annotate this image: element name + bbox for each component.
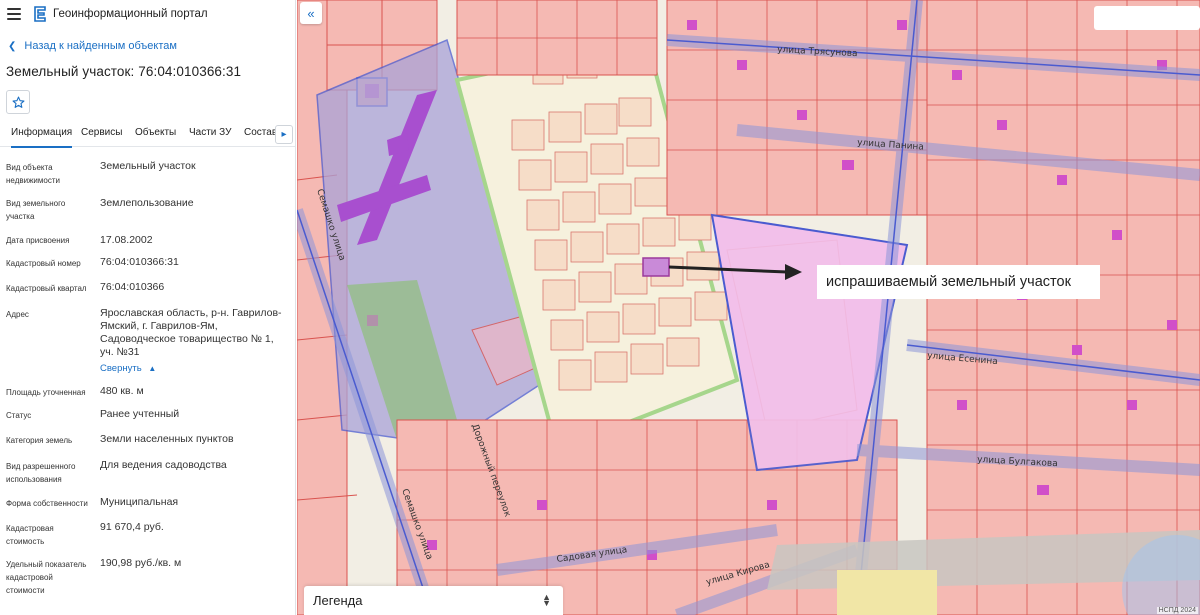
prop-value-land-category: Земли населенных пунктов [100,433,234,445]
double-chevron-left-icon: « [307,5,315,21]
prop-label-area: Площадь уточненная [6,388,86,397]
building-green-area [367,315,378,326]
favorite-button[interactable] [6,90,30,114]
prop-value-cadastral-number: 76:04:010366:31 [100,256,179,268]
chevron-right-icon: ▸ [281,129,287,140]
tab-objects[interactable]: Объекты [135,127,176,138]
prop-label-unit-value: Удельный показатель кадастровой стоимост… [6,560,87,595]
prop-label-land-category: Категория земель [6,436,73,445]
prop-label-cadastral-value: Кадастровая стоимость [6,524,54,546]
info-tabs: Информация Сервисы Объекты Части ЗУ Сост… [0,121,295,148]
tab-info[interactable]: Информация [11,127,73,148]
prop-value-unit-value: 190,98 руб./кв. м [100,557,182,569]
map-search-input[interactable] [1094,6,1200,30]
back-to-results-link[interactable]: ❮ Назад к найденным объектам [8,40,177,52]
tab-parcel-parts[interactable]: Части ЗУ [189,127,231,138]
collapse-label: Свернуть [100,363,142,374]
copyright-text: НСПД 2024 [1156,607,1198,614]
map-canvas[interactable]: улица Трясунова улица Панина улица Есени… [297,0,1200,615]
parcel-block-east [926,0,1200,615]
prop-label-permitted-use: Вид разрешенного использования [6,462,76,484]
prop-value-address: Ярославская область, р-н. Гаврилов-Ямски… [100,307,282,358]
prop-value-status: Ранее учтенный [100,408,180,420]
hamburger-menu-icon[interactable] [7,8,21,20]
prop-value-cadastral-quarter: 76:04:010366 [100,281,165,293]
prop-label-ownership: Форма собственности [6,499,88,508]
prop-value-cadastral-value: 91 670,4 руб. [100,521,164,533]
prop-value-area: 480 кв. м [100,385,144,397]
tabs-scroll-right-button[interactable]: ▸ [275,125,293,144]
prop-label-object-type: Вид объекта недвижимости [6,163,60,185]
prop-value-assigned-date: 17.08.2002 [100,234,153,246]
prop-label-address: Адрес [6,310,29,319]
legend-label: Легенда [313,593,363,608]
prop-value-object-type: Земельный участок [100,160,196,172]
prop-value-parcel-type: Землепользование [100,197,194,209]
expand-collapse-icon: ▲ ▼ [542,592,551,608]
collapse-address-link[interactable]: Свернуть ▲ [100,363,156,374]
prop-label-cadastral-quarter: Кадастровый квартал [6,284,87,293]
tab-composition[interactable]: Состав [244,127,277,138]
prop-value-ownership: Муниципальная [100,496,179,508]
back-link-label: Назад к найденным объектам [24,40,177,52]
parcel-annotation-callout: испрашиваемый земельный участок [817,265,1100,299]
legend-panel[interactable]: Легенда ▲ ▼ [304,586,563,615]
requested-parcel [642,257,670,277]
prop-value-permitted-use: Для ведения садоводства [100,459,227,471]
portal-logo-icon [34,6,46,22]
object-info-panel: Геоинформационный портал ❮ Назад к найден… [0,0,296,615]
chevron-left-icon: ❮ [8,41,17,52]
prop-label-status: Статус [6,411,32,420]
prop-label-assigned-date: Дата присвоения [6,236,70,245]
app-title: Геоинформационный портал [53,8,208,20]
prop-label-parcel-type: Вид земельного участка [6,199,66,221]
industrial-plot [837,570,937,615]
map-view[interactable]: улица Трясунова улица Панина улица Есени… [297,0,1200,615]
chevron-up-icon: ▲ [148,364,157,373]
tab-services[interactable]: Сервисы [81,127,122,138]
star-icon [12,96,24,108]
page-title: Земельный участок: 76:04:010366:31 [6,64,242,79]
top-bar: Геоинформационный портал [0,0,295,28]
app-window: Геоинформационный портал ❮ Назад к найден… [0,0,1200,615]
collapse-panel-button[interactable]: « [300,2,322,24]
parcel-block-top [456,0,658,76]
prop-label-cadastral-number: Кадастровый номер [6,259,81,268]
